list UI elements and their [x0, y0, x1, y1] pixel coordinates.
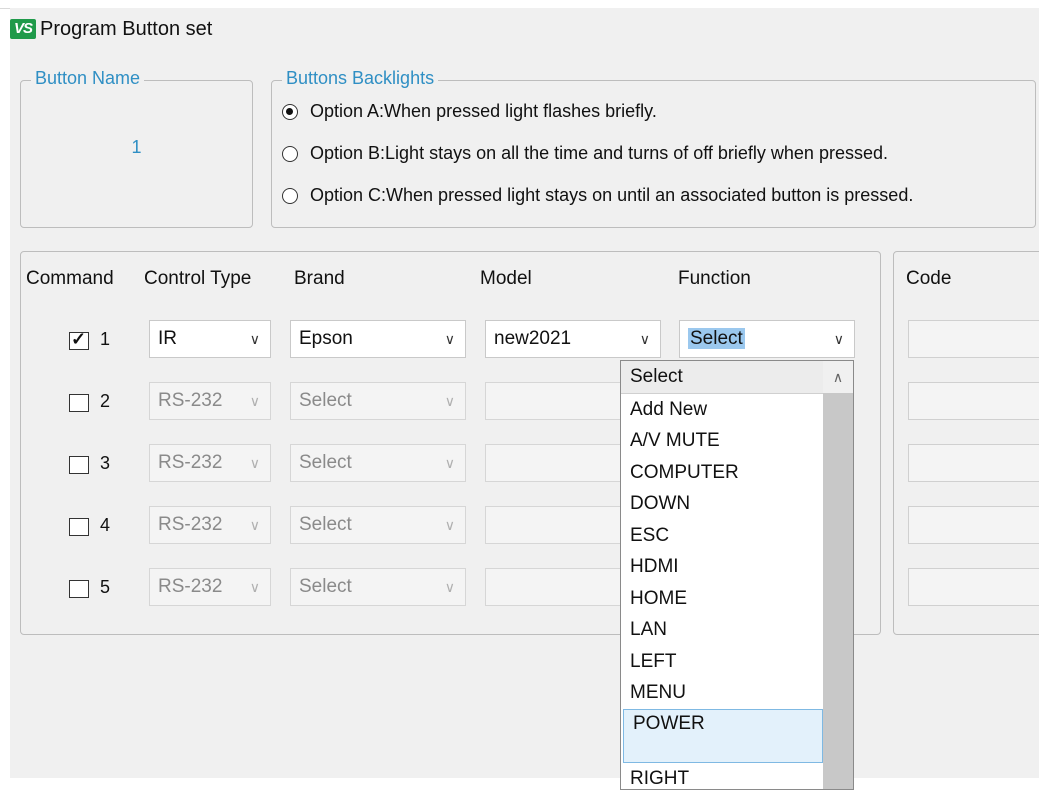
command-2-number: 2: [100, 391, 110, 412]
chevron-down-icon: ∨: [834, 321, 844, 357]
brand-2-value: Select: [299, 390, 352, 411]
chevron-down-icon: ∨: [250, 569, 260, 605]
dropdown-items: Select Add New A/V MUTE COMPUTER DOWN ES…: [621, 361, 823, 790]
title-bar: VS Program Button set: [10, 14, 212, 44]
function-1-value: Select: [688, 328, 745, 349]
brand-select-3[interactable]: Select ∨: [290, 444, 466, 482]
dropdown-item-hovered[interactable]: POWER: [623, 709, 823, 763]
function-select-1[interactable]: Select ∨: [679, 320, 855, 358]
chevron-down-icon: ∨: [445, 569, 455, 605]
command-5-checkbox[interactable]: [69, 580, 89, 598]
option-c-label: Option C:When pressed light stays on unt…: [310, 185, 913, 206]
control-type-select-4[interactable]: RS-232 ∨: [149, 506, 271, 544]
backlights-legend: Buttons Backlights: [282, 68, 438, 89]
header-brand: Brand: [294, 268, 345, 290]
control-type-select-3[interactable]: RS-232 ∨: [149, 444, 271, 482]
chevron-down-icon: ∨: [250, 321, 260, 357]
option-a-label: Option A:When pressed light flashes brie…: [310, 101, 657, 122]
scroll-up-icon[interactable]: ∧: [823, 361, 853, 393]
dropdown-item[interactable]: LEFT: [621, 646, 823, 678]
control-type-2-value: RS-232: [158, 390, 222, 411]
control-type-select-5[interactable]: RS-232 ∨: [149, 568, 271, 606]
chevron-down-icon: ∨: [250, 507, 260, 543]
brand-3-value: Select: [299, 452, 352, 473]
header-code: Code: [906, 268, 951, 290]
radio-option-b[interactable]: [282, 146, 298, 162]
backlights-group: Buttons Backlights Option A:When pressed…: [271, 80, 1036, 228]
chevron-down-icon: ∨: [445, 321, 455, 357]
brand-select-1[interactable]: Epson ∨: [290, 320, 466, 358]
code-field-5[interactable]: [908, 568, 1039, 606]
brand-select-4[interactable]: Select ∨: [290, 506, 466, 544]
command-1-number: 1: [100, 329, 110, 350]
dropdown-scrollbar[interactable]: ∧: [823, 361, 853, 789]
brand-select-5[interactable]: Select ∨: [290, 568, 466, 606]
control-type-select-1[interactable]: IR ∨: [149, 320, 271, 358]
dropdown-item[interactable]: Add New: [621, 394, 823, 426]
header-model: Model: [480, 268, 532, 290]
button-name-value: 1: [21, 137, 252, 158]
dropdown-item[interactable]: Select: [621, 361, 823, 394]
code-field-4[interactable]: [908, 506, 1039, 544]
chevron-down-icon: ∨: [640, 321, 650, 357]
chevron-down-icon: ∨: [445, 445, 455, 481]
command-3-number: 3: [100, 453, 110, 474]
chevron-down-icon: ∨: [445, 507, 455, 543]
app-logo-icon: VS: [10, 19, 36, 39]
dropdown-item[interactable]: A/V MUTE: [621, 425, 823, 457]
control-type-1-value: IR: [158, 328, 177, 349]
dropdown-item[interactable]: LAN: [621, 614, 823, 646]
brand-5-value: Select: [299, 576, 352, 597]
dropdown-item[interactable]: MENU: [621, 677, 823, 709]
dropdown-item[interactable]: DOWN: [621, 488, 823, 520]
header-control-type: Control Type: [144, 268, 251, 290]
control-type-3-value: RS-232: [158, 452, 222, 473]
chevron-down-icon: ∨: [250, 445, 260, 481]
button-name-group: Button Name 1: [20, 80, 253, 228]
window-title: Program Button set: [40, 18, 212, 41]
control-type-4-value: RS-232: [158, 514, 222, 535]
function-dropdown-list[interactable]: Select Add New A/V MUTE COMPUTER DOWN ES…: [620, 360, 854, 790]
dropdown-item[interactable]: HOME: [621, 583, 823, 615]
option-b-label: Option B:Light stays on all the time and…: [310, 143, 888, 164]
command-3-checkbox[interactable]: [69, 456, 89, 474]
header-function: Function: [678, 268, 751, 290]
code-field-3[interactable]: [908, 444, 1039, 482]
command-2-checkbox[interactable]: [69, 394, 89, 412]
header-command: Command: [26, 268, 114, 290]
backlight-option-c[interactable]: Option C:When pressed light stays on unt…: [282, 185, 913, 206]
command-4-number: 4: [100, 515, 110, 536]
code-field-2[interactable]: [908, 382, 1039, 420]
chevron-down-icon: ∨: [250, 383, 260, 419]
dropdown-item[interactable]: ESC: [621, 520, 823, 552]
model-select-1[interactable]: new2021 ∨: [485, 320, 661, 358]
backlight-option-a[interactable]: Option A:When pressed light flashes brie…: [282, 101, 657, 122]
model-1-value: new2021: [494, 328, 571, 349]
code-field-1[interactable]: [908, 320, 1039, 358]
dropdown-item[interactable]: RIGHT: [621, 763, 823, 790]
radio-option-c[interactable]: [282, 188, 298, 204]
dropdown-item[interactable]: HDMI: [621, 551, 823, 583]
command-5-number: 5: [100, 577, 110, 598]
control-type-select-2[interactable]: RS-232 ∨: [149, 382, 271, 420]
control-type-5-value: RS-232: [158, 576, 222, 597]
chevron-down-icon: ∨: [445, 383, 455, 419]
radio-option-a[interactable]: [282, 104, 298, 120]
command-1-checkbox[interactable]: [69, 332, 89, 350]
brand-1-value: Epson: [299, 328, 353, 349]
button-name-legend: Button Name: [31, 68, 144, 89]
command-4-checkbox[interactable]: [69, 518, 89, 536]
brand-4-value: Select: [299, 514, 352, 535]
backlight-option-b[interactable]: Option B:Light stays on all the time and…: [282, 143, 888, 164]
brand-select-2[interactable]: Select ∨: [290, 382, 466, 420]
dropdown-item[interactable]: COMPUTER: [621, 457, 823, 489]
